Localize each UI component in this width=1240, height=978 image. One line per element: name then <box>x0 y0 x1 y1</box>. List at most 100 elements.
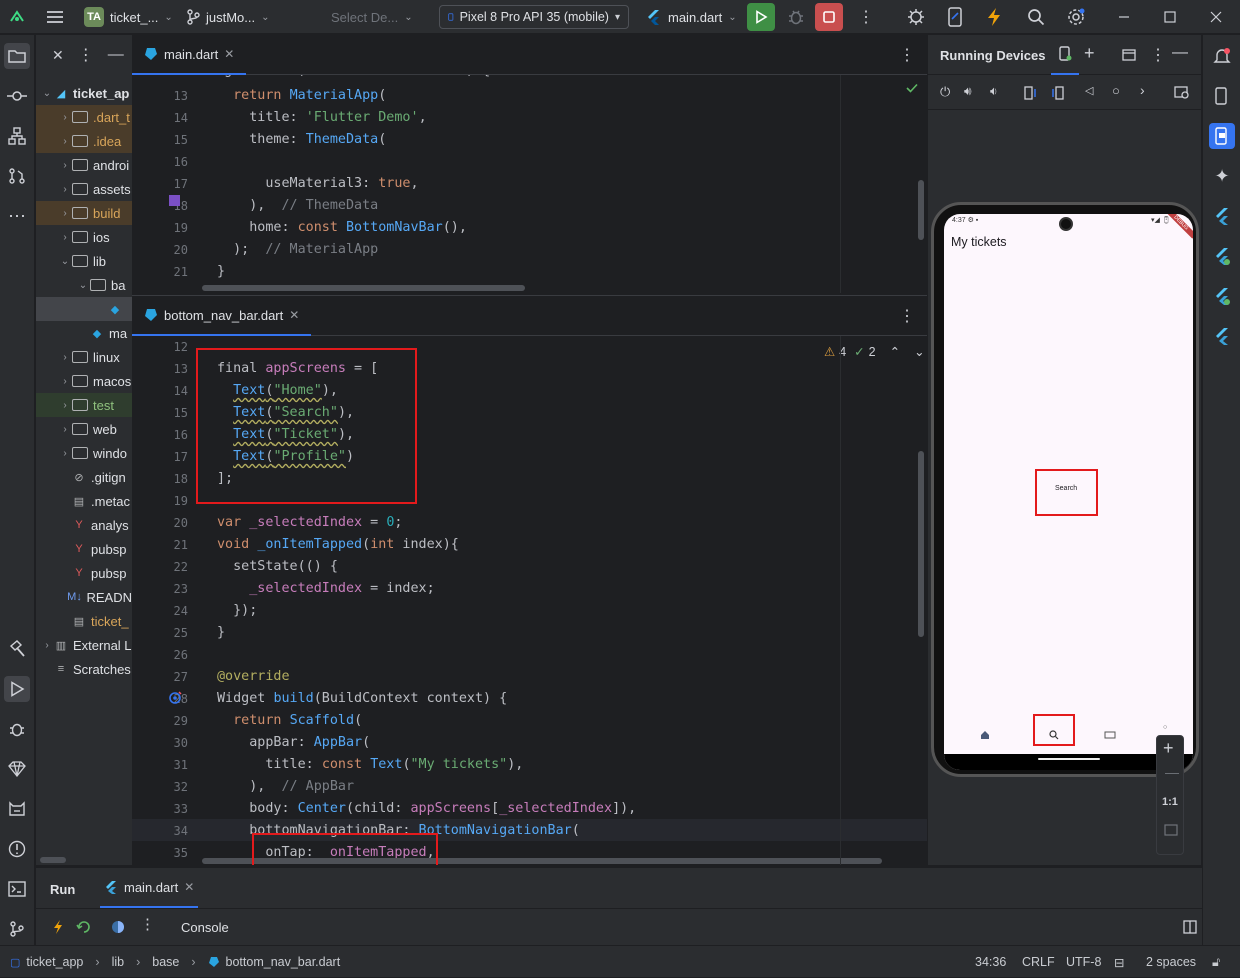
gemini-sparkle-icon[interactable]: ✦ <box>1209 163 1235 189</box>
zoom-actual-size[interactable]: 1:1 <box>1162 796 1178 808</box>
read-only-toggle-icon[interactable]: ⊟ <box>1114 946 1124 978</box>
previous-highlight-icon[interactable]: ⌃ <box>890 344 900 359</box>
tree-item[interactable]: › androi <box>36 153 132 177</box>
commit-tool-button[interactable] <box>4 83 30 109</box>
console-tab[interactable]: Console <box>181 920 229 935</box>
version-control-tool-button[interactable] <box>4 916 30 942</box>
main-menu-icon[interactable] <box>46 0 64 34</box>
minimize-button[interactable] <box>1118 0 1130 34</box>
structure-tool-button[interactable] <box>4 123 30 149</box>
run-config-selector[interactable]: main.dart ⌄ <box>646 0 737 34</box>
rotate-right-icon[interactable] <box>1050 86 1064 100</box>
chevron-right-icon[interactable]: › <box>58 112 72 123</box>
tree-item[interactable]: ⊘ .gitign <box>36 465 132 489</box>
code-area[interactable]: 12 13 14 15 16 17 18 19 20 21 22 23 24 25 26 27 28 29 30 31… <box>132 336 927 865</box>
more-actions-icon[interactable]: ⋮ <box>858 0 874 34</box>
line-separator[interactable]: CRLF <box>1022 946 1055 978</box>
flutter-deeplinks-button[interactable] <box>1209 323 1235 349</box>
file-encoding[interactable]: UTF-8 <box>1066 946 1101 978</box>
tab-main-dart[interactable]: main.dart ✕ <box>132 35 247 75</box>
breadcrumb-file[interactable]: bottom_nav_bar.dart <box>226 955 341 969</box>
chevron-right-icon[interactable]: › <box>58 184 72 195</box>
close-tab-icon[interactable]: ✕ <box>184 880 194 894</box>
notifications-button[interactable] <box>1209 43 1235 69</box>
tree-item[interactable]: ▤ .metac <box>36 489 132 513</box>
screenshot-search-icon[interactable] <box>1174 86 1190 100</box>
tree-item[interactable]: › ▥ External L <box>36 633 132 657</box>
power-icon[interactable]: ⏻ <box>940 84 950 100</box>
debug-button[interactable] <box>787 0 805 34</box>
chevron-right-icon[interactable]: › <box>58 136 72 147</box>
tree-item[interactable]: › windo <box>36 441 132 465</box>
run-button[interactable] <box>747 3 775 31</box>
hot-reload-icon[interactable] <box>52 919 64 935</box>
tree-item[interactable]: › test <box>36 393 132 417</box>
chevron-right-icon[interactable]: › <box>58 352 72 363</box>
tree-item[interactable]: ≡ Scratches <box>36 657 132 681</box>
code-area[interactable]: Widget build(BuildContext context) { 13 1… <box>132 75 927 293</box>
tree-item[interactable]: › .idea <box>36 129 132 153</box>
options-icon[interactable]: ⋮ <box>78 45 94 65</box>
flutter-performance-button[interactable] <box>1209 243 1235 269</box>
tab-bottom-nav-bar-dart[interactable]: bottom_nav_bar.dart ✕ <box>132 296 312 336</box>
tree-item[interactable]: › .dart_t <box>36 105 132 129</box>
tree-item[interactable]: Yanalys <box>36 513 132 537</box>
profile-icon[interactable]: ○ <box>1163 724 1167 731</box>
zoom-in-icon[interactable]: + <box>1163 738 1174 759</box>
pull-requests-tool-button[interactable] <box>4 163 30 189</box>
chevron-right-icon[interactable]: › <box>58 376 72 387</box>
app-quality-tool-button[interactable] <box>4 756 30 782</box>
tree-item[interactable]: Ypubsp <box>36 537 132 561</box>
attach-debugger-button[interactable] <box>906 0 926 34</box>
chevron-right-icon[interactable]: › <box>58 160 72 171</box>
next-highlight-icon[interactable]: ⌄ <box>914 344 924 359</box>
back-icon[interactable]: ◁ <box>1085 84 1093 97</box>
tree-item[interactable]: ◆ ma <box>36 321 132 345</box>
chevron-right-icon[interactable]: › <box>58 232 72 243</box>
device-manager-button[interactable] <box>946 0 964 34</box>
device-tab[interactable] <box>1051 35 1079 75</box>
tree-item[interactable]: ⌄ ◢ ticket_ap <box>36 81 132 105</box>
vertical-scrollbar[interactable] <box>918 451 924 637</box>
add-device-icon[interactable]: + <box>1084 43 1095 64</box>
home-circle-icon[interactable]: ○ <box>1112 83 1120 98</box>
breadcrumb-project[interactable]: ticket_app <box>26 955 83 969</box>
hot-restart-icon[interactable] <box>76 919 92 935</box>
zoom-to-fit-icon[interactable] <box>1164 824 1178 836</box>
collapse-all-icon[interactable]: ✕ <box>52 47 64 64</box>
tab-options-icon[interactable]: ⋮ <box>899 45 915 65</box>
tree-item[interactable]: ◆ <box>36 297 132 321</box>
indent-setting[interactable]: 2 spaces <box>1146 946 1196 978</box>
chevron-right-icon[interactable]: › <box>58 424 72 435</box>
terminal-tool-button[interactable] <box>4 876 30 902</box>
chevron-down-icon[interactable]: ⌄ <box>58 256 72 267</box>
chevron-down-icon[interactable]: ⌄ <box>76 280 90 291</box>
tree-item[interactable]: › linux <box>36 345 132 369</box>
more-tools-icon[interactable]: ⋯ <box>4 203 30 229</box>
tree-item[interactable]: ⌄ lib <box>36 249 132 273</box>
overview-icon[interactable]: › <box>1140 82 1145 98</box>
ticket-icon[interactable] <box>1104 731 1116 739</box>
chevron-right-icon[interactable]: › <box>58 400 72 411</box>
tree-item[interactable]: › ios <box>36 225 132 249</box>
options-icon[interactable]: ⋮ <box>1150 45 1166 65</box>
maximize-button[interactable] <box>1164 0 1176 34</box>
vertical-scrollbar[interactable] <box>918 180 924 240</box>
chevron-right-icon[interactable]: › <box>40 640 54 651</box>
caret-position[interactable]: 34:36 <box>975 946 1006 978</box>
device-manager-button[interactable] <box>1209 83 1235 109</box>
tree-item[interactable]: Ypubsp <box>36 561 132 585</box>
running-devices-button[interactable] <box>1209 123 1235 149</box>
unlock-icon[interactable]: 🔓︎ <box>1212 946 1220 978</box>
project-tool-button[interactable] <box>4 43 30 69</box>
rotate-left-icon[interactable] <box>1024 86 1038 100</box>
layout-toggle-icon[interactable] <box>1183 920 1197 934</box>
logcat-tool-button[interactable] <box>4 796 30 822</box>
tree-item[interactable]: › assets <box>36 177 132 201</box>
flutter-outline-button[interactable] <box>1209 283 1235 309</box>
flutter-inspector-button[interactable] <box>1209 203 1235 229</box>
chevron-right-icon[interactable]: › <box>58 448 72 459</box>
build-tool-button[interactable] <box>4 636 30 662</box>
tree-item[interactable]: › web <box>36 417 132 441</box>
tree-item[interactable]: › build <box>36 201 132 225</box>
